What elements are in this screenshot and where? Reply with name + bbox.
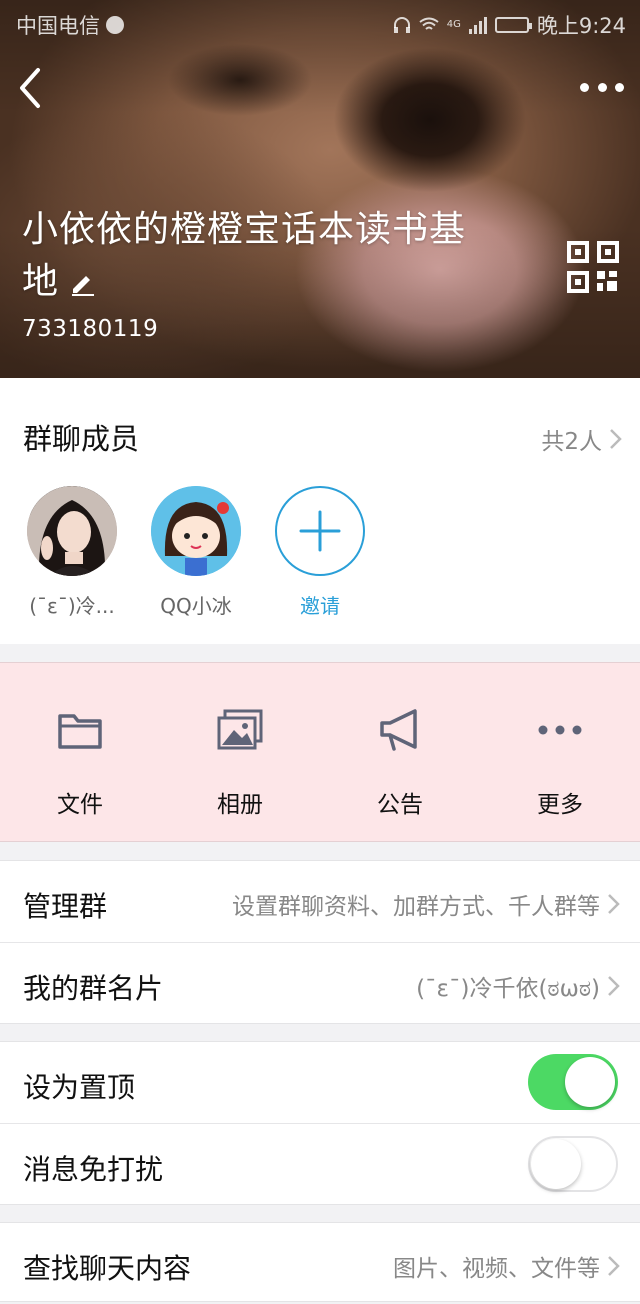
back-arrow-icon[interactable] — [16, 66, 46, 110]
group-name-block: 小依依的橙橙宝话本读书基地 — [22, 204, 492, 308]
pin-row: 设为置顶 — [0, 1042, 640, 1123]
settings-group-toggles: 设为置顶 消息免打扰 — [0, 1041, 640, 1205]
clock: 晚上9:24 — [536, 14, 626, 38]
mute-row: 消息免打扰 — [0, 1123, 640, 1204]
members-count: 共2人 — [541, 429, 602, 455]
action-label: 文件 — [57, 792, 103, 818]
search-chat-row[interactable]: 查找聊天内容 图片、视频、文件等 — [0, 1223, 640, 1304]
signal-icon — [468, 16, 487, 34]
manage-group-row[interactable]: 管理群 设置群聊资料、加群方式、千人群等 — [0, 861, 640, 942]
row-value: (ˉεˉ)冷千依(ಠωಠ) — [416, 976, 600, 1002]
invite-plus-icon — [275, 486, 365, 576]
headphone-icon — [393, 17, 410, 33]
invite-label: 邀请 — [300, 594, 340, 618]
row-label: 设为置顶 — [23, 1071, 136, 1104]
folder-icon — [58, 714, 102, 749]
edit-pencil-icon[interactable] — [69, 269, 97, 297]
member-item[interactable]: (ˉεˉ)冷... — [26, 486, 118, 619]
chevron-right-icon — [608, 894, 620, 914]
chevron-right-icon — [608, 1256, 620, 1276]
chevron-right-icon — [610, 429, 622, 449]
row-label: 消息免打扰 — [23, 1153, 164, 1186]
quick-actions: 文件 相册 公告 更多 — [0, 662, 640, 842]
row-label: 管理群 — [23, 890, 108, 923]
settings-group-manage: 管理群 设置群聊资料、加群方式、千人群等 我的群名片 (ˉεˉ)冷千依(ಠωಠ) — [0, 860, 640, 1024]
member-avatar — [151, 486, 241, 576]
invite-button[interactable]: 邀请 — [274, 486, 366, 619]
mute-toggle[interactable] — [528, 1136, 618, 1192]
member-name: (ˉεˉ)冷... — [29, 594, 115, 618]
more-dots-icon — [538, 725, 582, 735]
my-group-card-row[interactable]: 我的群名片 (ˉεˉ)冷千依(ಠωಠ) — [0, 942, 640, 1023]
members-section: 群聊成员 共2人 (ˉεˉ)冷... QQ小冰 邀请 — [0, 378, 640, 644]
member-avatar — [27, 486, 117, 576]
action-label: 相册 — [217, 792, 263, 818]
settings-group-search: 查找聊天内容 图片、视频、文件等 — [0, 1222, 640, 1302]
group-header: 中国电信 4G 晚上9:24 小依依的橙橙宝话本读书基地 733180119 — [0, 0, 640, 378]
chevron-right-icon — [608, 976, 620, 996]
action-label: 公告 — [377, 792, 423, 818]
group-id: 733180119 — [22, 316, 159, 342]
action-more[interactable]: 更多 — [480, 703, 640, 819]
action-label: 更多 — [537, 792, 583, 818]
action-announcement[interactable]: 公告 — [320, 703, 480, 819]
carrier-label: 中国电信 — [16, 14, 100, 38]
battery-icon — [494, 17, 532, 33]
album-icon — [217, 709, 263, 750]
megaphone-icon — [380, 709, 417, 751]
row-value: 设置群聊资料、加群方式、千人群等 — [232, 894, 600, 920]
network-type: 4G — [446, 19, 461, 30]
row-label: 我的群名片 — [23, 972, 164, 1005]
action-file[interactable]: 文件 — [0, 703, 160, 819]
more-dots-icon[interactable] — [580, 72, 624, 102]
action-album[interactable]: 相册 — [160, 703, 320, 819]
qr-code-icon[interactable] — [566, 240, 620, 294]
row-value: 图片、视频、文件等 — [393, 1256, 600, 1282]
globe-icon — [106, 16, 124, 34]
status-bar: 中国电信 4G 晚上9:24 — [0, 0, 640, 44]
row-label: 查找聊天内容 — [23, 1252, 192, 1285]
member-name: QQ小冰 — [160, 594, 232, 618]
pin-toggle[interactable] — [528, 1054, 618, 1110]
wifi-icon — [419, 17, 439, 30]
members-title: 群聊成员 — [23, 422, 140, 456]
member-item[interactable]: QQ小冰 — [150, 486, 242, 619]
members-count-link[interactable]: 共2人 — [541, 422, 622, 456]
